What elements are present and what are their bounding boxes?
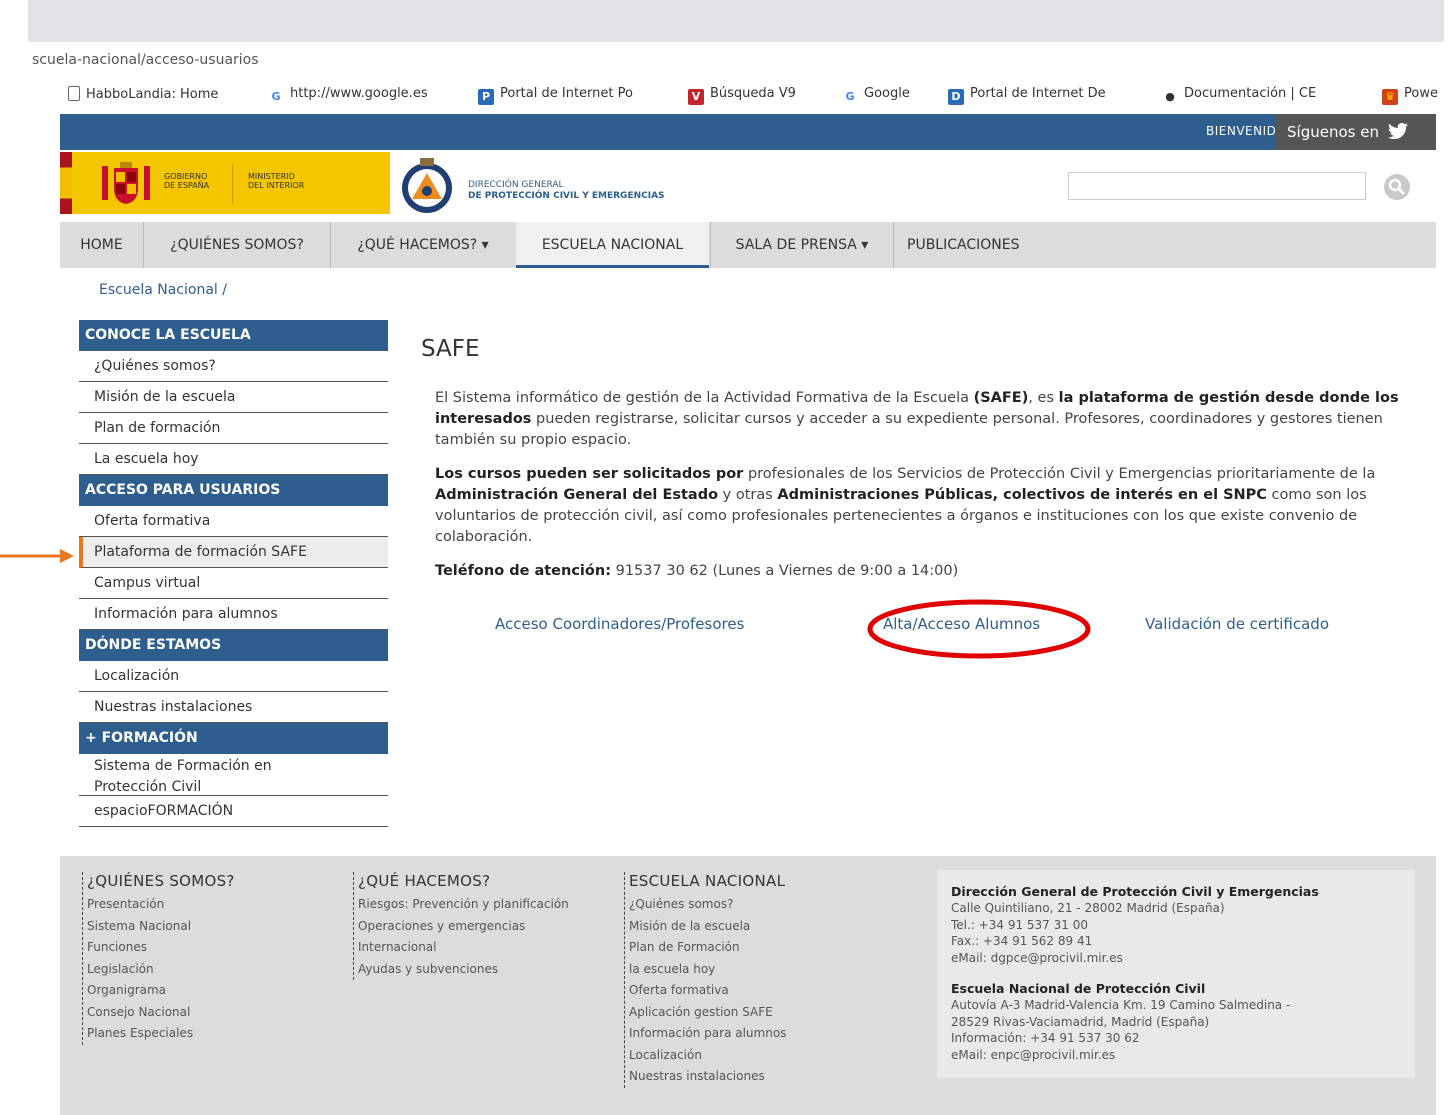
p-icon: P: [478, 89, 494, 105]
sidebar-item-escuela-hoy[interactable]: La escuela hoy: [79, 444, 388, 475]
menu-sala-de-prensa[interactable]: SALA DE PRENSA ▾: [710, 222, 894, 268]
footer-link[interactable]: la escuela hoy: [629, 959, 786, 981]
bookmark-powe[interactable]: ♛ Powe: [1382, 86, 1438, 105]
top-nav-band: BIENVENIDO Síguenos en: [60, 114, 1436, 150]
logo-divider: [232, 164, 233, 204]
footer-link[interactable]: Organigrama: [87, 980, 235, 1002]
menu-escuela-nacional[interactable]: ESCUELA NACIONAL: [516, 222, 709, 268]
sidebar-item-instalaciones[interactable]: Nuestras instalaciones: [79, 692, 388, 723]
footer-col-escuela-nacional: ESCUELA NACIONAL ¿Quiénes somos? Misión …: [624, 872, 786, 1088]
search-icon[interactable]: [1379, 173, 1415, 201]
footer-heading: ¿QUIÉNES SOMOS?: [87, 872, 235, 890]
ministerio-text: MINISTERIO DEL INTERIOR: [248, 172, 305, 190]
footer-link[interactable]: Información para alumnos: [629, 1023, 786, 1045]
footer-link[interactable]: Misión de la escuela: [629, 916, 786, 938]
bookmark-google[interactable]: G Google: [842, 86, 909, 105]
footer-link[interactable]: Oferta formativa: [629, 980, 786, 1002]
browser-top-bar: [28, 0, 1444, 42]
intro-paragraph: El Sistema informático de gestión de la …: [435, 390, 1399, 448]
menu-que-hacemos[interactable]: ¿QUÉ HACEMOS? ▾: [331, 222, 515, 268]
doc-icon: ●: [1165, 90, 1175, 103]
annotation-circle: [867, 599, 1091, 659]
page-title: SAFE: [421, 336, 480, 362]
government-logo[interactable]: GOBIERNO DE ESPAÑA MINISTERIO DEL INTERIOR: [60, 152, 390, 214]
sidebar-item-oferta-formativa[interactable]: Oferta formativa: [79, 506, 388, 537]
validacion-certificado-link[interactable]: Validación de certificado: [1145, 615, 1329, 633]
phone-line: Teléfono de atención: 91537 30 62 (Lunes…: [435, 563, 959, 579]
footer-link[interactable]: Internacional: [358, 937, 569, 959]
menu-quienes-somos[interactable]: ¿QUIÉNES SOMOS?: [144, 222, 331, 268]
dgpce-email-link[interactable]: eMail: dgpce@procivil.mir.es: [951, 950, 1319, 967]
footer-link[interactable]: Funciones: [87, 937, 235, 959]
sidebar-heading-acceso: ACCESO PARA USUARIOS: [79, 475, 388, 506]
bookmark-google-es[interactable]: Ghttp://www.google.es: [268, 86, 427, 105]
footer-link[interactable]: Riesgos: Prevención y planificación: [358, 894, 569, 916]
spain-flag-strip: [60, 152, 72, 214]
footer-link[interactable]: Plan de Formación: [629, 937, 786, 959]
bookmark-habbolandia[interactable]: HabboLandia: Home: [68, 86, 218, 102]
footer-link[interactable]: Presentación: [87, 894, 235, 916]
footer-link[interactable]: Nuestras instalaciones: [629, 1066, 786, 1088]
footer-contact-box: Dirección General de Protección Civil y …: [937, 870, 1415, 1078]
sidebar-heading-formacion: + FORMACIÓN: [79, 723, 388, 754]
sidebar-item-sistema-formacion[interactable]: Sistema de Formación en Protección Civil: [79, 754, 339, 796]
footer-link[interactable]: Consejo Nacional: [87, 1002, 235, 1024]
menu-home[interactable]: HOME: [60, 222, 144, 268]
footer-col-que-hacemos: ¿QUÉ HACEMOS? Riesgos: Prevención y plan…: [353, 872, 569, 980]
google-icon: G: [845, 90, 855, 103]
sidebar-heading-conoce: CONOCE LA ESCUELA: [79, 320, 388, 351]
bookmark-portal-de[interactable]: D Portal de Internet De: [948, 86, 1106, 105]
courses-paragraph: Los cursos pueden ser solicitados por pr…: [435, 466, 1376, 545]
sidebar-item-espacio-formacion[interactable]: espacioFORMACIÓN: [79, 796, 388, 827]
footer-heading: ¿QUÉ HACEMOS?: [358, 872, 491, 890]
sidebar-item-mision[interactable]: Misión de la escuela: [79, 382, 388, 413]
coat-of-arms-icon: [102, 162, 150, 204]
dg-proteccion-civil-text[interactable]: DIRECCIÓN GENERAL DE PROTECCIÓN CIVIL Y …: [468, 180, 665, 202]
page-icon: [68, 86, 80, 101]
menu-publicaciones[interactable]: PUBLICACIONES: [907, 222, 1057, 268]
contact-enpc: Escuela Nacional de Protección Civil Aut…: [951, 981, 1291, 1064]
sidebar-item-plan-formacion[interactable]: Plan de formación: [79, 413, 388, 444]
google-icon: G: [271, 90, 281, 103]
annotation-arrow-icon: [0, 549, 74, 563]
bookmark-busqueda-v9[interactable]: V Búsqueda V9: [688, 86, 796, 105]
contact-dgpce: Dirección General de Protección Civil y …: [951, 884, 1319, 967]
proteccion-civil-logo-icon[interactable]: [398, 156, 456, 214]
v9-icon: V: [688, 89, 704, 105]
search-input[interactable]: [1068, 172, 1366, 200]
sidebar-item-quienes-somos[interactable]: ¿Quiénes somos?: [79, 351, 388, 382]
siguenos-button[interactable]: Síguenos en: [1275, 114, 1436, 150]
sidebar: CONOCE LA ESCUELA ¿Quiénes somos? Misión…: [79, 320, 388, 827]
sidebar-item-plataforma-safe[interactable]: Plataforma de formación SAFE: [79, 537, 388, 568]
sidebar-heading-donde-estamos: DÓNDE ESTAMOS: [79, 630, 388, 661]
bookmarks-bar: HabboLandia: Home Ghttp://www.google.es …: [0, 78, 1453, 112]
main-menu: HOME ¿QUIÉNES SOMOS? ¿QUÉ HACEMOS? ▾ ESC…: [60, 222, 1436, 268]
breadcrumb[interactable]: Escuela Nacional /: [99, 282, 227, 298]
sidebar-item-campus-virtual[interactable]: Campus virtual: [79, 568, 388, 599]
footer-link[interactable]: Localización: [629, 1045, 786, 1067]
footer-link[interactable]: Ayudas y subvenciones: [358, 959, 569, 981]
gobierno-text: GOBIERNO DE ESPAÑA: [164, 172, 210, 190]
sidebar-item-info-alumnos[interactable]: Información para alumnos: [79, 599, 388, 630]
bookmark-portal-po[interactable]: P Portal de Internet Po: [478, 86, 633, 105]
d-icon: D: [948, 89, 964, 105]
address-url: scuela-nacional/acceso-usuarios: [32, 52, 259, 68]
address-bar[interactable]: scuela-nacional/acceso-usuarios: [28, 44, 1453, 76]
footer-link[interactable]: Legislación: [87, 959, 235, 981]
sidebar-item-localizacion[interactable]: Localización: [79, 661, 388, 692]
footer-link[interactable]: Planes Especiales: [87, 1023, 235, 1045]
enpc-email-link[interactable]: eMail: enpc@procivil.mir.es: [951, 1047, 1290, 1064]
footer-col-quienes-somos: ¿QUIÉNES SOMOS? Presentación Sistema Nac…: [82, 872, 235, 1045]
footer-link[interactable]: Sistema Nacional: [87, 916, 235, 938]
footer: ¿QUIÉNES SOMOS? Presentación Sistema Nac…: [60, 856, 1436, 1115]
footer-link[interactable]: Operaciones y emergencias: [358, 916, 569, 938]
power-icon: ♛: [1382, 89, 1398, 105]
footer-link[interactable]: ¿Quiénes somos?: [629, 894, 786, 916]
bookmark-documentacion[interactable]: ● Documentación | CE: [1162, 86, 1316, 105]
footer-heading: ESCUELA NACIONAL: [629, 872, 786, 890]
acceso-coordinadores-link[interactable]: Acceso Coordinadores/Profesores: [495, 615, 744, 633]
twitter-icon: [1387, 123, 1408, 140]
footer-link[interactable]: Aplicación gestion SAFE: [629, 1002, 786, 1024]
